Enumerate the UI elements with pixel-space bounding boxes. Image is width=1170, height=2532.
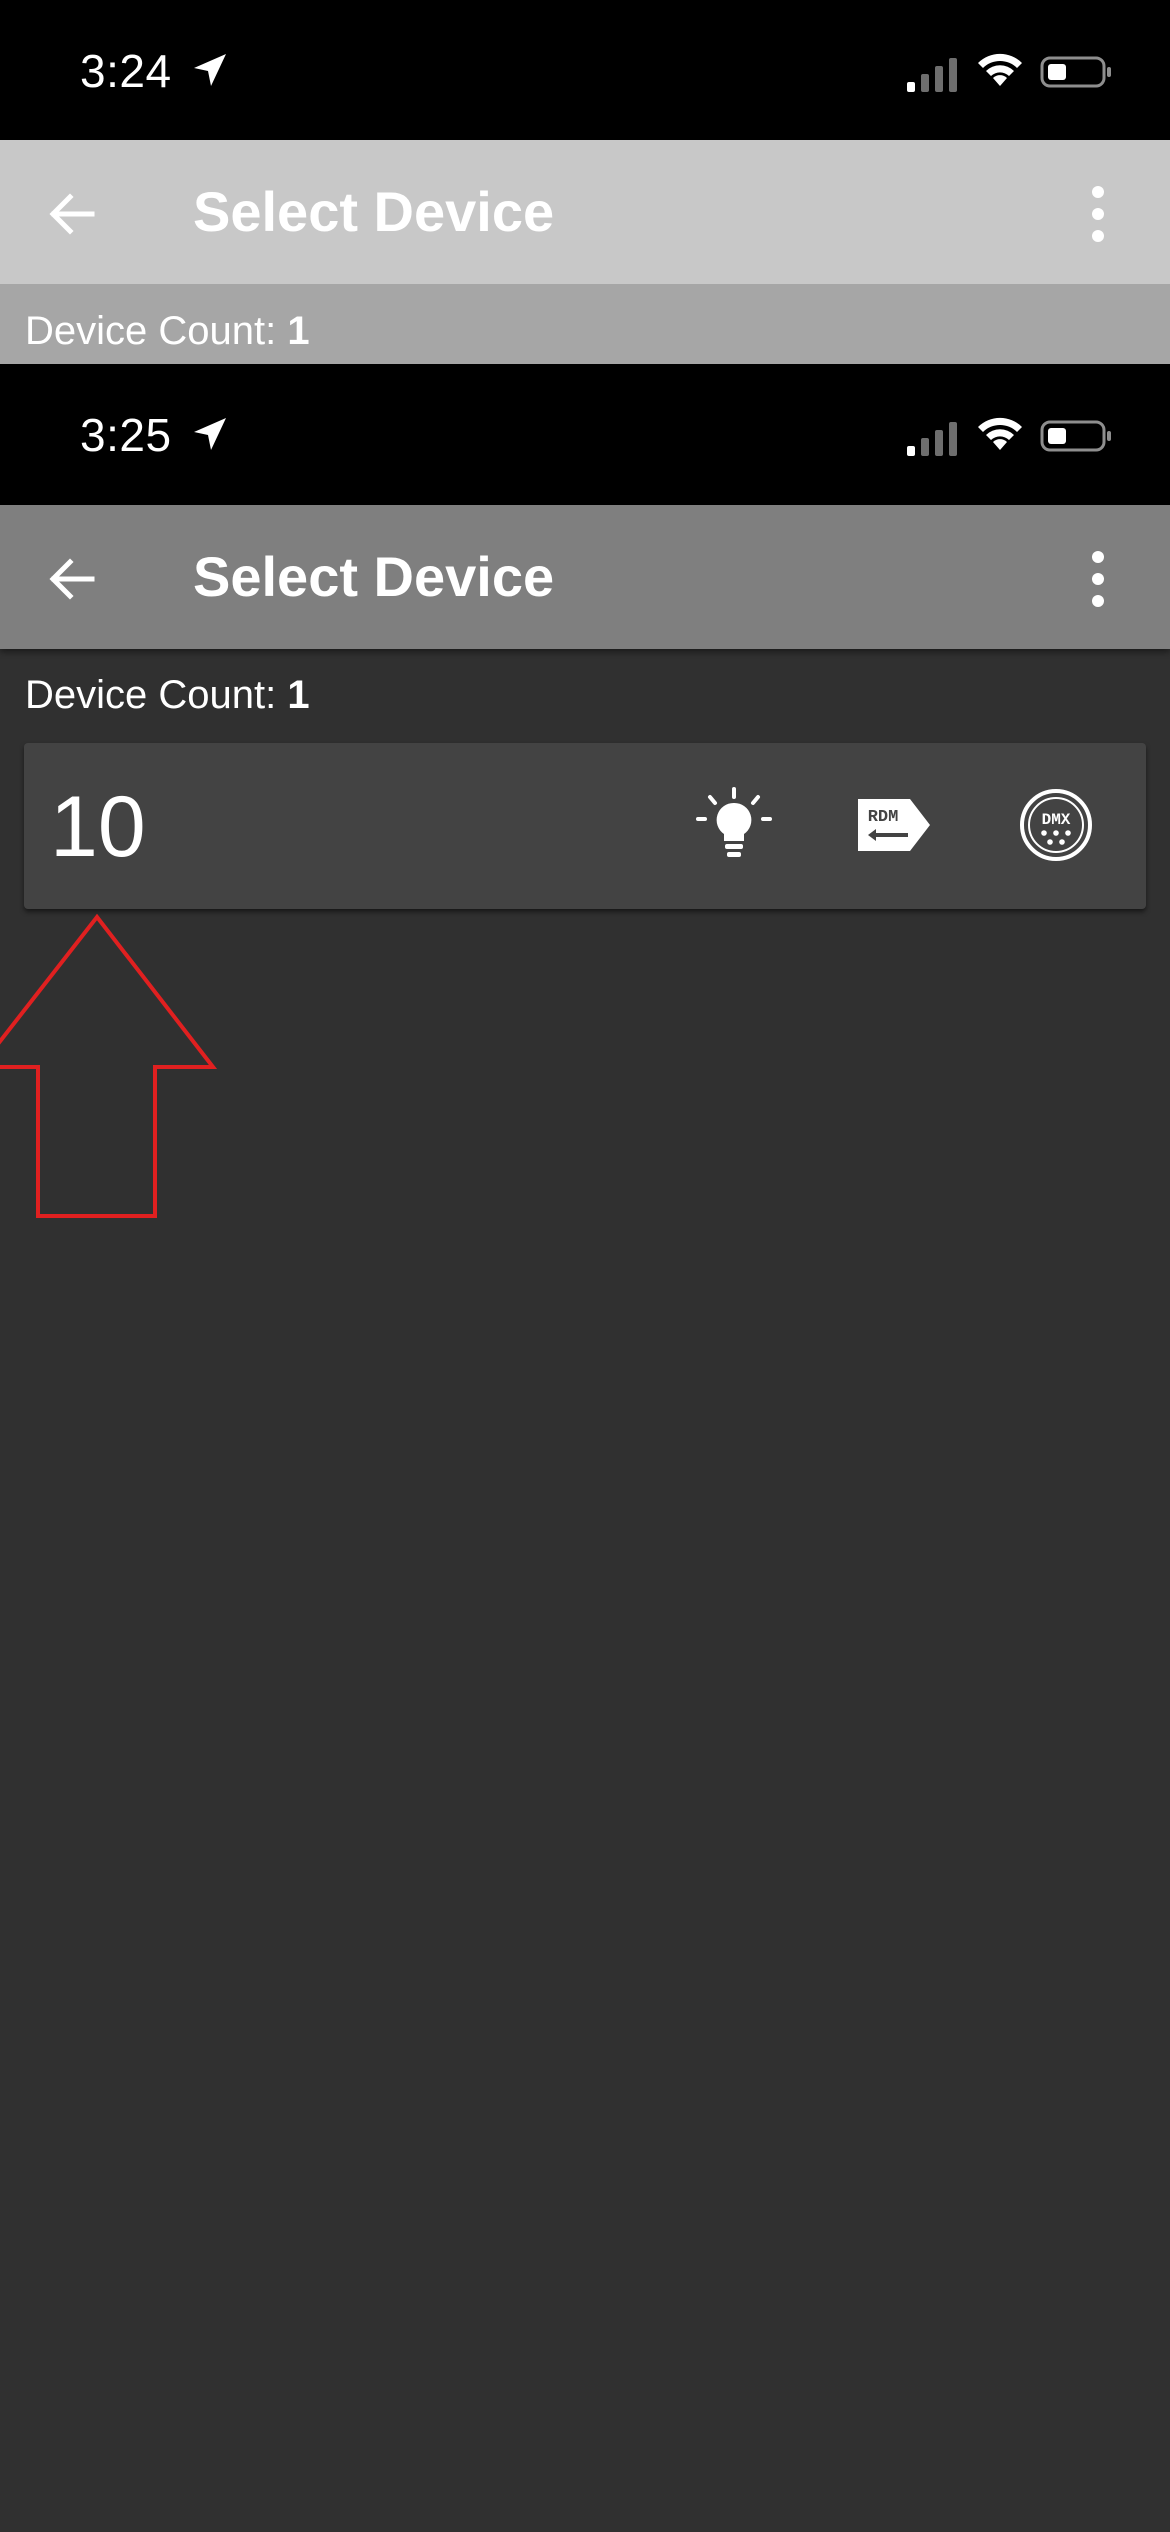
svg-text:RDM: RDM <box>868 808 899 827</box>
device-list-item[interactable]: 10 RDM DMX <box>24 743 1146 909</box>
device-id: 10 <box>50 779 146 875</box>
lightbulb-icon[interactable] <box>692 783 776 867</box>
device-count-bar: Device Count: 1 <box>0 284 1170 364</box>
device-count-label: Device Count: <box>25 673 277 717</box>
location-arrow-icon <box>194 54 226 86</box>
device-count-value: 1 <box>287 309 310 353</box>
app-bar: Select Device <box>0 505 1170 649</box>
back-arrow-icon[interactable] <box>40 182 104 246</box>
device-count-value: 1 <box>287 673 310 717</box>
status-time: 3:25 <box>80 409 172 461</box>
rdm-icon[interactable]: RDM <box>852 783 936 867</box>
cellular-signal-icon <box>907 58 957 92</box>
app-bar: Select Device <box>0 140 1170 284</box>
cellular-signal-icon <box>907 422 957 456</box>
back-arrow-icon[interactable] <box>40 547 104 611</box>
battery-icon <box>1040 420 1111 452</box>
device-count: Device Count: 1 <box>25 673 310 718</box>
more-vertical-icon[interactable] <box>1070 543 1126 615</box>
location-arrow-icon <box>194 418 226 450</box>
status-bar: 3:25 <box>0 364 1170 505</box>
more-vertical-icon[interactable] <box>1070 178 1126 250</box>
battery-icon <box>1040 56 1111 88</box>
status-time: 3:24 <box>80 45 172 97</box>
wifi-icon <box>978 417 1022 450</box>
dmx-icon[interactable]: DMX <box>1014 783 1098 867</box>
annotation-up-arrow-icon <box>0 913 218 1218</box>
device-count-label: Device Count: <box>25 309 277 353</box>
device-count: Device Count: 1 <box>25 309 310 354</box>
page-title: Select Device <box>193 545 555 608</box>
status-bar: 3:24 <box>0 0 1170 140</box>
wifi-icon <box>978 53 1022 86</box>
svg-text:DMX: DMX <box>1042 811 1071 829</box>
page-title: Select Device <box>193 180 555 243</box>
